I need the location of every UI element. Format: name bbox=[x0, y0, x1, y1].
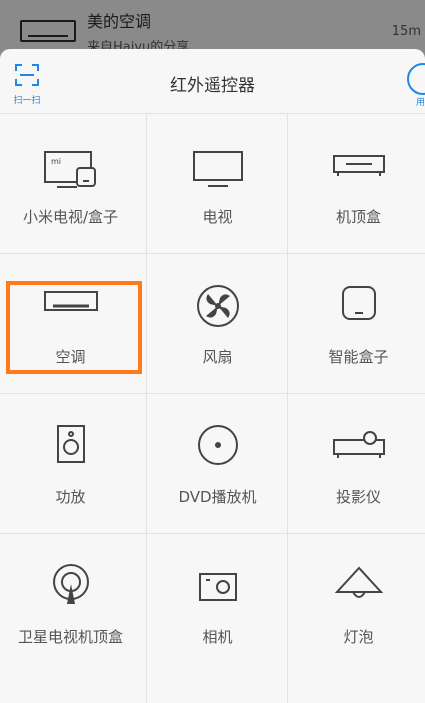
device-label: 卫星电视机顶盒 bbox=[17, 628, 123, 646]
mi-tv-box-icon: mi bbox=[43, 151, 96, 188]
device-label: 投影仪 bbox=[335, 488, 381, 506]
air-conditioner-icon bbox=[20, 20, 76, 42]
device-label: 风扇 bbox=[202, 348, 233, 366]
amplifier-icon bbox=[56, 425, 85, 463]
device-fan[interactable]: 风扇 bbox=[147, 254, 288, 393]
right-action-label: 用 bbox=[415, 98, 425, 108]
device-dvd[interactable]: DVD播放机 bbox=[147, 394, 288, 533]
device-smart-box[interactable]: 智能盒子 bbox=[288, 254, 425, 393]
device-lamp[interactable]: 灯泡 bbox=[288, 534, 425, 673]
device-amplifier[interactable]: 功放 bbox=[0, 394, 141, 533]
device-label: 智能盒子 bbox=[328, 348, 389, 366]
device-label: 功放 bbox=[55, 488, 86, 506]
sheet-header: 扫一扫 红外遥控器 用 bbox=[0, 49, 425, 114]
device-mi-tv-box[interactable]: mi 小米电视/盒子 bbox=[0, 114, 141, 253]
device-tv[interactable]: 电视 bbox=[147, 114, 288, 253]
set-top-box-icon bbox=[332, 155, 385, 176]
projector-icon bbox=[332, 431, 385, 458]
device-satellite[interactable]: 卫星电视机顶盒 bbox=[0, 534, 141, 673]
svg-text:mi: mi bbox=[51, 157, 61, 166]
dvd-icon bbox=[197, 425, 238, 465]
device-label: 电视 bbox=[202, 208, 233, 226]
device-label: 相机 bbox=[202, 628, 233, 646]
sheet-title: 红外遥控器 bbox=[170, 76, 255, 96]
device-set-top-box[interactable]: 机顶盒 bbox=[288, 114, 425, 253]
selection-highlight bbox=[6, 281, 142, 374]
device-label: 机顶盒 bbox=[335, 208, 381, 226]
tv-icon bbox=[192, 151, 243, 187]
ir-remote-sheet: 扫一扫 红外遥控器 用 mi 小米电视/盒子 电视 机顶盒 空调 风扇 智能盒子… bbox=[0, 49, 425, 703]
background-item-title: 美的空调 bbox=[87, 12, 152, 31]
device-camera[interactable]: 相机 bbox=[147, 534, 288, 673]
fan-icon bbox=[196, 285, 239, 327]
smart-box-icon bbox=[341, 286, 376, 320]
device-projector[interactable]: 投影仪 bbox=[288, 394, 425, 533]
device-label: 小米电视/盒子 bbox=[22, 208, 119, 226]
satellite-icon bbox=[52, 564, 89, 604]
device-label: DVD播放机 bbox=[178, 488, 257, 506]
background-item-time: 15m bbox=[391, 24, 421, 39]
camera-icon bbox=[198, 573, 237, 601]
device-label: 灯泡 bbox=[343, 628, 374, 646]
lamp-icon bbox=[334, 566, 383, 598]
